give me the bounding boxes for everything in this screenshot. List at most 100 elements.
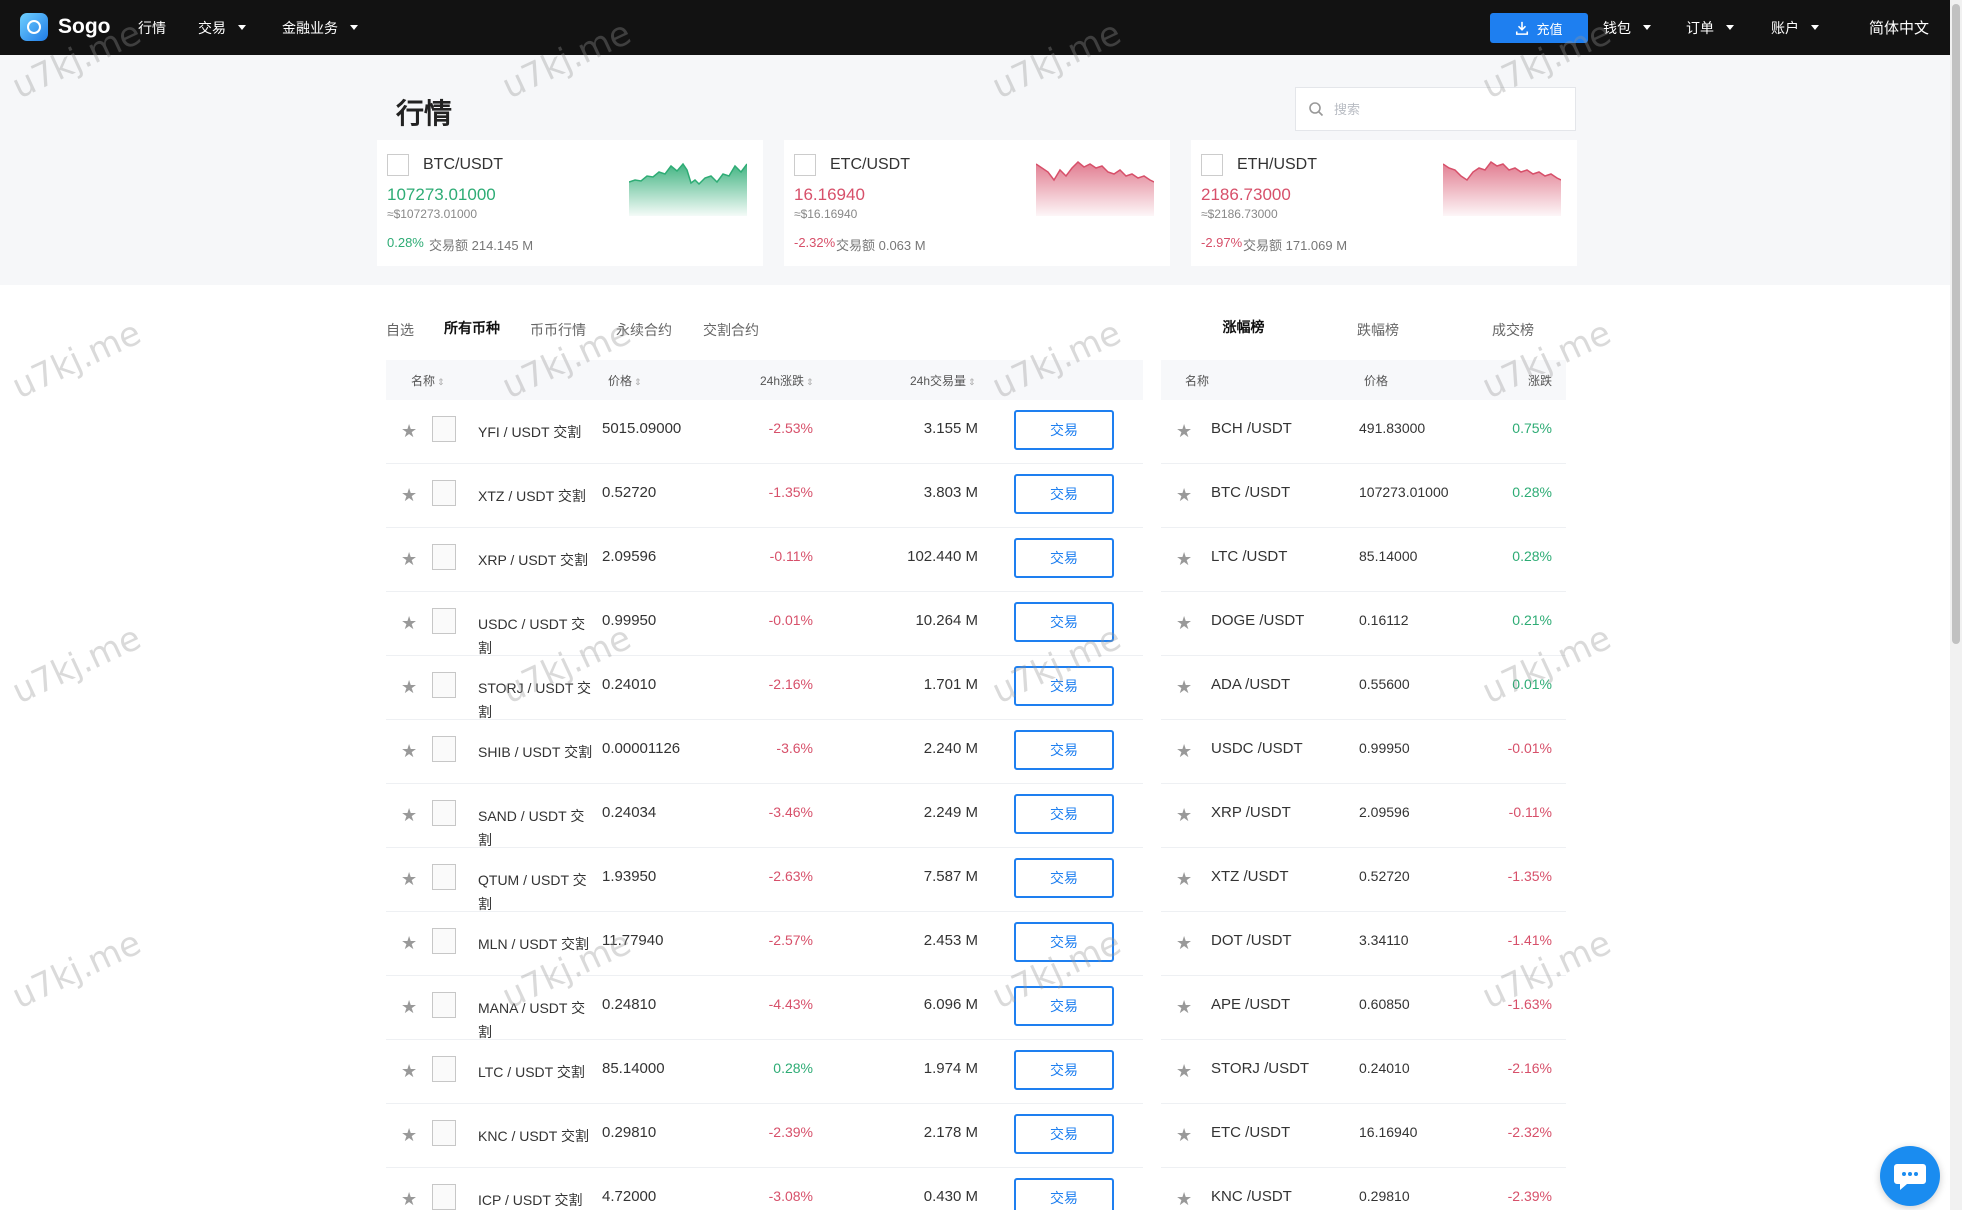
- trade-button[interactable]: 交易: [1014, 410, 1114, 450]
- star-icon[interactable]: ★: [1176, 742, 1194, 760]
- star-icon[interactable]: ★: [401, 1062, 419, 1080]
- language-switch[interactable]: 简体中文: [1869, 0, 1929, 55]
- ranking-row[interactable]: ★ DOT /USDT 3.34110 -1.41%: [1161, 912, 1566, 976]
- table-row[interactable]: ★ SAND / USDT 交割 0.24034 -3.46% 2.249 M 交易: [386, 784, 1143, 848]
- trade-button[interactable]: 交易: [1014, 858, 1114, 898]
- ranking-row[interactable]: ★ BTC /USDT 107273.01000 0.28%: [1161, 464, 1566, 528]
- trade-button[interactable]: 交易: [1014, 538, 1114, 578]
- ticker-card[interactable]: ETC/USDT 16.16940 ≈$16.16940 -2.32% 交易额 …: [784, 140, 1170, 266]
- trade-button[interactable]: 交易: [1014, 922, 1114, 962]
- trade-button[interactable]: 交易: [1014, 602, 1114, 642]
- trade-button[interactable]: 交易: [1014, 986, 1114, 1026]
- star-icon[interactable]: ★: [1176, 934, 1194, 952]
- nav-account[interactable]: 账户: [1771, 0, 1819, 55]
- star-icon[interactable]: ★: [401, 934, 419, 952]
- star-icon[interactable]: ★: [1176, 1190, 1194, 1208]
- star-icon[interactable]: ★: [1176, 870, 1194, 888]
- header-price[interactable]: 价格 ⇕: [608, 372, 642, 389]
- ranking-row[interactable]: ★ ETC /USDT 16.16940 -2.32%: [1161, 1104, 1566, 1168]
- coin-image: [432, 928, 456, 954]
- change-value: 0.21%: [1512, 612, 1552, 628]
- header-change[interactable]: 24h涨跌 ⇕: [760, 372, 814, 389]
- table-row[interactable]: ★ YFI / USDT 交割 5015.09000 -2.53% 3.155 M 交易: [386, 400, 1143, 464]
- ranking-row[interactable]: ★ APE /USDT 0.60850 -1.63%: [1161, 976, 1566, 1040]
- coin-image: [794, 154, 816, 176]
- header-name[interactable]: 名称 ⇕: [411, 372, 445, 389]
- ranking-row[interactable]: ★ ADA /USDT 0.55600 0.01%: [1161, 656, 1566, 720]
- trade-button[interactable]: 交易: [1014, 794, 1114, 834]
- table-row[interactable]: ★ KNC / USDT 交割 0.29810 -2.39% 2.178 M 交易: [386, 1104, 1143, 1168]
- star-icon[interactable]: ★: [401, 486, 419, 504]
- trade-button[interactable]: 交易: [1014, 1050, 1114, 1090]
- tab-gainers[interactable]: 涨幅榜: [1190, 317, 1297, 366]
- header-volume[interactable]: 24h交易量 ⇕: [910, 372, 976, 389]
- table-row[interactable]: ★ USDC / USDT 交割 0.99950 -0.01% 10.264 M 交易: [386, 592, 1143, 656]
- star-icon[interactable]: ★: [401, 422, 419, 440]
- star-icon[interactable]: ★: [401, 998, 419, 1016]
- table-row[interactable]: ★ SHIB / USDT 交割 0.00001126 -3.6% 2.240 M 交易: [386, 720, 1143, 784]
- sparkline-chart: [1443, 160, 1561, 216]
- ranking-row[interactable]: ★ BCH /USDT 491.83000 0.75%: [1161, 400, 1566, 464]
- table-row[interactable]: ★ STORJ / USDT 交割 0.24010 -2.16% 1.701 M 交易: [386, 656, 1143, 720]
- search-box[interactable]: [1295, 87, 1576, 131]
- trade-button[interactable]: 交易: [1014, 1114, 1114, 1154]
- star-icon[interactable]: ★: [401, 806, 419, 824]
- star-icon[interactable]: ★: [401, 870, 419, 888]
- star-icon[interactable]: ★: [1176, 550, 1194, 568]
- deposit-button[interactable]: 充值: [1490, 13, 1588, 43]
- trade-button[interactable]: 交易: [1014, 666, 1114, 706]
- star-icon[interactable]: ★: [401, 1126, 419, 1144]
- brand-logo[interactable]: Sogo: [20, 13, 111, 41]
- trade-button[interactable]: 交易: [1014, 730, 1114, 770]
- ticker-card[interactable]: BTC/USDT 107273.01000 ≈$107273.01000 0.2…: [377, 140, 763, 266]
- table-row[interactable]: ★ MLN / USDT 交割 11.77940 -2.57% 2.453 M 交易: [386, 912, 1143, 976]
- nav-orders[interactable]: 订单: [1686, 0, 1734, 55]
- table-row[interactable]: ★ QTUM / USDT 交割 1.93950 -2.63% 7.587 M 交易: [386, 848, 1143, 912]
- nav-finance[interactable]: 金融业务: [282, 0, 358, 55]
- star-icon[interactable]: ★: [401, 550, 419, 568]
- tab-all-coins[interactable]: 所有币种: [444, 318, 500, 368]
- ranking-row[interactable]: ★ XTZ /USDT 0.52720 -1.35%: [1161, 848, 1566, 912]
- table-row[interactable]: ★ MANA / USDT 交割 0.24810 -4.43% 6.096 M 交易: [386, 976, 1143, 1040]
- star-icon[interactable]: ★: [1176, 678, 1194, 696]
- change-value: -0.01%: [1507, 740, 1552, 756]
- coin-image: [432, 672, 456, 698]
- table-row[interactable]: ★ LTC / USDT 交割 85.14000 0.28% 1.974 M 交易: [386, 1040, 1143, 1104]
- star-icon[interactable]: ★: [1176, 1126, 1194, 1144]
- change-value: -3.46%: [768, 804, 813, 820]
- ranking-row[interactable]: ★ USDC /USDT 0.99950 -0.01%: [1161, 720, 1566, 784]
- price-value: 0.99950: [602, 612, 657, 629]
- star-icon[interactable]: ★: [1176, 422, 1194, 440]
- price-value: 0.60850: [1359, 996, 1410, 1012]
- ticker-price: 107273.01000: [387, 185, 496, 204]
- coin-image: [432, 992, 456, 1018]
- ranking-row[interactable]: ★ XRP /USDT 2.09596 -0.11%: [1161, 784, 1566, 848]
- table-row[interactable]: ★ XRP / USDT 交割 2.09596 -0.11% 102.440 M 交易: [386, 528, 1143, 592]
- page-scrollbar[interactable]: [1950, 0, 1962, 1210]
- trade-button[interactable]: 交易: [1014, 474, 1114, 514]
- star-icon[interactable]: ★: [1176, 1062, 1194, 1080]
- ranking-row[interactable]: ★ LTC /USDT 85.14000 0.28%: [1161, 528, 1566, 592]
- table-row[interactable]: ★ XTZ / USDT 交割 0.52720 -1.35% 3.803 M 交易: [386, 464, 1143, 528]
- volume-value: 7.587 M: [923, 868, 978, 885]
- star-icon[interactable]: ★: [401, 614, 419, 632]
- star-icon[interactable]: ★: [401, 678, 419, 696]
- star-icon[interactable]: ★: [401, 1190, 419, 1208]
- star-icon[interactable]: ★: [1176, 486, 1194, 504]
- search-input[interactable]: [1334, 101, 1554, 117]
- star-icon[interactable]: ★: [401, 742, 419, 760]
- star-icon[interactable]: ★: [1176, 998, 1194, 1016]
- star-icon[interactable]: ★: [1176, 806, 1194, 824]
- star-icon[interactable]: ★: [1176, 614, 1194, 632]
- nav-wallet[interactable]: 钱包: [1603, 0, 1651, 55]
- ranking-row[interactable]: ★ STORJ /USDT 0.24010 -2.16%: [1161, 1040, 1566, 1104]
- scroll-thumb[interactable]: [1952, 4, 1960, 644]
- support-chat-button[interactable]: [1880, 1146, 1940, 1206]
- ranking-row[interactable]: ★ KNC /USDT 0.29810 -2.39%: [1161, 1168, 1566, 1210]
- nav-trade[interactable]: 交易: [198, 0, 246, 55]
- trade-button[interactable]: 交易: [1014, 1178, 1114, 1210]
- table-row[interactable]: ★ ICP / USDT 交割 4.72000 -3.08% 0.430 M 交易: [386, 1168, 1143, 1210]
- ranking-row[interactable]: ★ DOGE /USDT 0.16112 0.21%: [1161, 592, 1566, 656]
- nav-market[interactable]: 行情: [138, 0, 166, 55]
- ticker-card[interactable]: ETH/USDT 2186.73000 ≈$2186.73000 -2.97% …: [1191, 140, 1577, 266]
